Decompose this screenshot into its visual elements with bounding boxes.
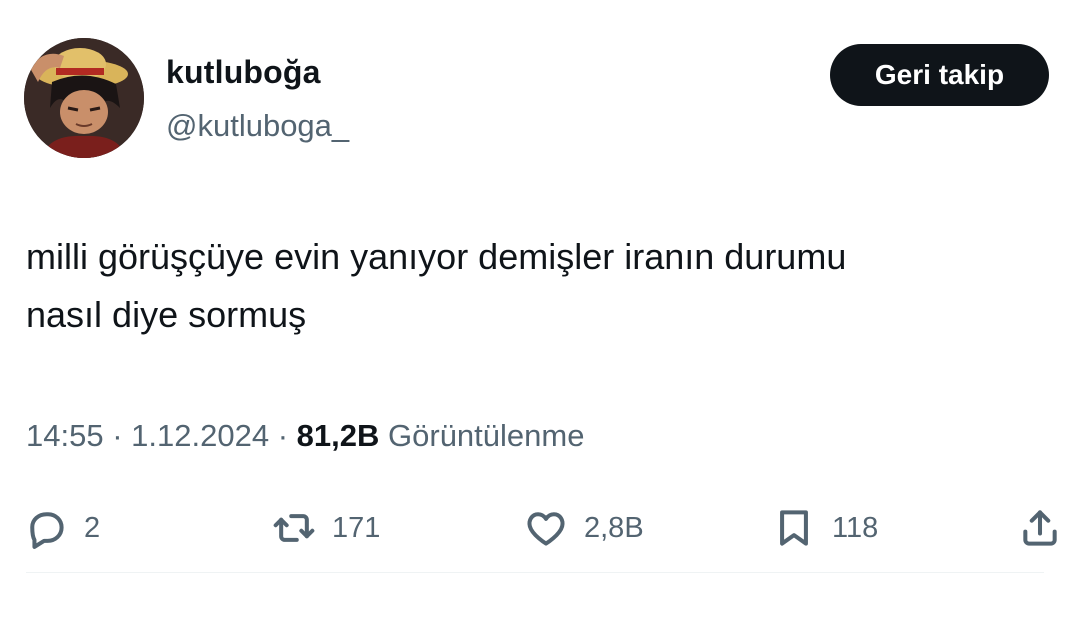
bookmark-icon [780, 510, 808, 546]
reply-icon [30, 512, 64, 549]
divider [26, 572, 1044, 573]
like-count: 2,8B [584, 511, 644, 544]
meta-separator: · [112, 418, 123, 453]
like-button[interactable]: 2,8B [524, 498, 644, 558]
share-icon [1023, 510, 1057, 546]
tweet-time[interactable]: 14:55 [26, 418, 104, 453]
tweet-text: milli görüşçüye evin yanıyor demişler ir… [26, 228, 1066, 344]
bookmark-count: 118 [832, 511, 879, 544]
retweet-icon [273, 514, 315, 542]
avatar-image [24, 38, 144, 158]
views-label: Görüntülenme [388, 418, 585, 453]
tweet-text-line: milli görüşçüye evin yanıyor demişler ir… [26, 236, 847, 277]
tweet-text-line: nasıl diye sormuş [26, 294, 307, 335]
tweet-card: kutluboğa @kutluboga_ Geri takip milli g… [0, 0, 1070, 617]
heart-icon [527, 512, 565, 546]
retweet-button[interactable]: 171 [272, 498, 380, 558]
share-button[interactable] [1018, 498, 1062, 558]
views-count: 81,2B [296, 418, 380, 453]
user-handle[interactable]: @kutluboga_ [166, 108, 349, 144]
bookmark-button[interactable]: 118 [772, 498, 878, 558]
retweet-count: 171 [332, 511, 381, 544]
tweet-meta: 14:55 · 1.12.2024 · 81,2B Görüntülenme [26, 418, 584, 454]
display-name[interactable]: kutluboğa [166, 54, 321, 91]
tweet-date[interactable]: 1.12.2024 [131, 418, 269, 453]
avatar[interactable] [24, 38, 144, 158]
follow-back-button[interactable]: Geri takip [830, 44, 1049, 106]
meta-separator: · [277, 418, 289, 453]
reply-count: 2 [84, 511, 101, 544]
reply-button[interactable]: 2 [24, 498, 100, 558]
action-bar: 2 171 2,8B 118 [0, 498, 1070, 558]
